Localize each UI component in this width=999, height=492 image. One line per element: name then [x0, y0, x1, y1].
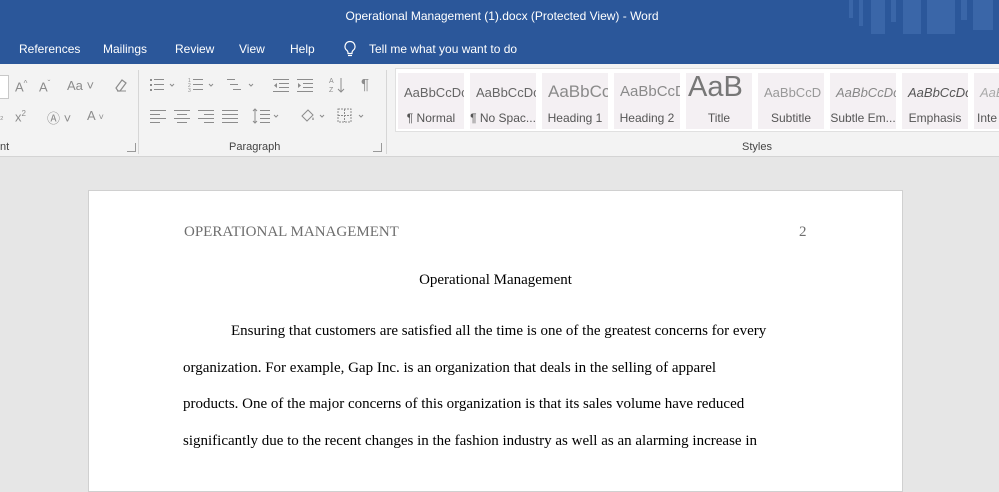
- svg-text:A: A: [329, 78, 334, 85]
- sort-icon[interactable]: AZ: [329, 76, 345, 97]
- style-no-spacing[interactable]: AaBbCcDc ¶ No Spac...: [470, 73, 536, 129]
- style-name: ¶ Normal: [406, 111, 456, 125]
- style-sample: AaBbCcD: [764, 85, 822, 100]
- ribbon: A^ Aˇ Aa ˅ ₂ x2 Ⓐ ˅ A ˅ nt 123 AZ ¶ Para…: [0, 64, 999, 157]
- title-bar-decoration: [849, 0, 993, 34]
- style-sample: AaBbCcDc: [980, 85, 999, 100]
- style-title[interactable]: AaB Title: [686, 73, 752, 129]
- paragraph-line: products. One of the major concerns of t…: [183, 396, 745, 412]
- document-canvas[interactable]: OPERATIONAL MANAGEMENT 2 Operational Man…: [0, 157, 999, 492]
- tab-references[interactable]: References: [19, 42, 80, 56]
- font-dialog-launcher[interactable]: [127, 143, 136, 152]
- increase-indent-icon[interactable]: [297, 77, 313, 96]
- style-sample: AaBbCcD: [620, 83, 680, 100]
- style-name: Heading 2: [619, 111, 675, 125]
- style-name: ¶ No Spac...: [470, 111, 536, 125]
- grow-font-icon[interactable]: A^: [15, 79, 27, 94]
- style-normal[interactable]: AaBbCcDc ¶ Normal: [398, 73, 464, 129]
- paragraph-dialog-launcher[interactable]: [373, 143, 382, 152]
- style-name: Emphasis: [908, 111, 962, 125]
- tell-me-label: Tell me what you want to do: [369, 42, 518, 56]
- page-number: 2: [799, 224, 807, 240]
- style-sample: AaBbCcDc: [404, 85, 464, 100]
- shrink-font-icon[interactable]: Aˇ: [39, 79, 50, 94]
- styles-gallery: AaBbCcDc ¶ Normal AaBbCcDc ¶ No Spac... …: [395, 68, 999, 132]
- ribbon-separator: [386, 70, 387, 154]
- tab-help[interactable]: Help: [290, 42, 315, 56]
- document-title: Operational Management: [419, 272, 572, 288]
- ribbon-separator: [138, 70, 139, 154]
- borders-icon[interactable]: [337, 108, 369, 127]
- styles-group-label: Styles: [742, 141, 772, 153]
- decrease-indent-icon[interactable]: [273, 77, 289, 96]
- paragraph-line: organization. For example, Gap Inc. is a…: [183, 360, 717, 376]
- align-center-icon[interactable]: [174, 109, 190, 126]
- paragraph-group-label: Paragraph: [229, 141, 281, 153]
- style-sample: AaB: [688, 73, 743, 103]
- numbering-icon[interactable]: 123: [188, 77, 216, 96]
- tell-me-search[interactable]: Tell me what you want to do: [343, 39, 517, 59]
- tab-review[interactable]: Review: [175, 42, 214, 56]
- style-sample: AaBbCcDc: [836, 85, 896, 100]
- paragraph-line: significantly due to the recent changes …: [183, 433, 757, 449]
- font-size-box[interactable]: [0, 75, 9, 99]
- align-left-icon[interactable]: [150, 109, 166, 126]
- bullets-icon[interactable]: [150, 77, 176, 96]
- shading-icon[interactable]: [299, 108, 329, 127]
- text-effects-icon[interactable]: Ⓐ ˅: [47, 108, 71, 127]
- style-name: Subtle Em...: [830, 111, 896, 125]
- subscript-icon[interactable]: ₂: [0, 111, 4, 121]
- style-name: Inte: [977, 111, 998, 125]
- lightbulb-icon: [344, 40, 356, 57]
- svg-text:Z: Z: [329, 87, 334, 94]
- clear-formatting-icon[interactable]: [113, 77, 129, 96]
- style-intense-emphasis[interactable]: AaBbCcDc Inte: [974, 73, 999, 129]
- ribbon-tabs: References Mailings Review View Help Tel…: [0, 34, 999, 64]
- tab-view[interactable]: View: [239, 42, 265, 56]
- font-group-label: nt: [0, 141, 10, 153]
- svg-text:3: 3: [188, 88, 191, 93]
- justify-icon[interactable]: [222, 109, 238, 126]
- style-subtle-emphasis[interactable]: AaBbCcDc Subtle Em...: [830, 73, 896, 129]
- style-name: Title: [707, 111, 731, 125]
- style-heading-1[interactable]: AaBbCc Heading 1: [542, 73, 608, 129]
- document-page[interactable]: OPERATIONAL MANAGEMENT 2 Operational Man…: [88, 190, 903, 492]
- show-formatting-marks-icon[interactable]: ¶: [361, 76, 369, 93]
- style-sample: AaBbCcDc: [476, 85, 536, 100]
- superscript-icon[interactable]: x2: [15, 109, 26, 124]
- style-name: Subtitle: [770, 111, 812, 125]
- style-sample: AaBbCc: [548, 82, 608, 101]
- change-case-icon[interactable]: Aa ˅: [67, 78, 94, 93]
- style-emphasis[interactable]: AaBbCcDc Emphasis: [902, 73, 968, 129]
- multilevel-list-icon[interactable]: [227, 77, 257, 96]
- line-spacing-icon[interactable]: [252, 108, 282, 127]
- paragraph-line: Ensuring that customers are satisfied al…: [231, 323, 767, 339]
- font-color-icon[interactable]: A ˅: [87, 108, 104, 123]
- style-name: Heading 1: [547, 111, 603, 125]
- style-subtitle[interactable]: AaBbCcD Subtitle: [758, 73, 824, 129]
- title-bar: Operational Management (1).docx (Protect…: [0, 0, 999, 34]
- align-right-icon[interactable]: [198, 109, 214, 126]
- style-heading-2[interactable]: AaBbCcD Heading 2: [614, 73, 680, 129]
- style-sample: AaBbCcDc: [908, 85, 968, 100]
- running-header: OPERATIONAL MANAGEMENT: [184, 224, 399, 240]
- tab-mailings[interactable]: Mailings: [103, 42, 147, 56]
